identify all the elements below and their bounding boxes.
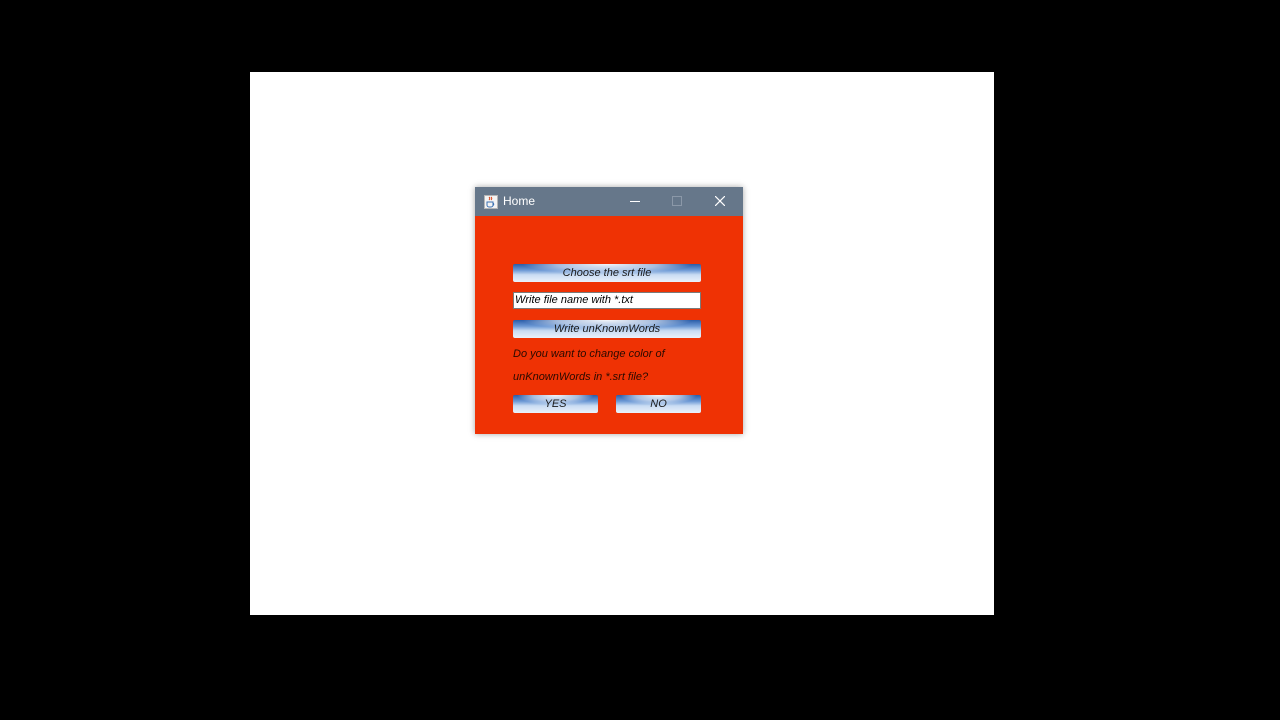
window-content: Choose the srt file Write unKnownWords D…	[475, 216, 743, 434]
minimize-button[interactable]	[615, 187, 655, 216]
write-unknown-words-label: Write unKnownWords	[553, 323, 661, 335]
maximize-icon	[672, 196, 682, 206]
home-window: Home Choose the srt file Write unKnownWo…	[475, 187, 743, 434]
window-title: Home	[503, 194, 536, 208]
maximize-button[interactable]	[657, 187, 697, 216]
file-name-input[interactable]	[513, 292, 701, 309]
minimize-icon	[630, 201, 640, 202]
title-bar[interactable]: Home	[475, 187, 743, 216]
change-color-question-line1: Do you want to change color of	[513, 348, 665, 360]
change-color-question-line2: unKnownWords in *.srt file?	[513, 371, 649, 383]
java-cup-icon	[484, 194, 498, 209]
no-label: NO	[650, 398, 667, 410]
yes-button[interactable]: YES	[513, 395, 598, 413]
close-button[interactable]	[700, 187, 740, 216]
no-button[interactable]: NO	[616, 395, 701, 413]
write-unknown-words-button[interactable]: Write unKnownWords	[513, 320, 701, 338]
choose-srt-file-button[interactable]: Choose the srt file	[513, 264, 701, 282]
close-icon	[715, 196, 725, 206]
choose-srt-file-label: Choose the srt file	[562, 267, 652, 279]
yes-label: YES	[544, 398, 567, 410]
